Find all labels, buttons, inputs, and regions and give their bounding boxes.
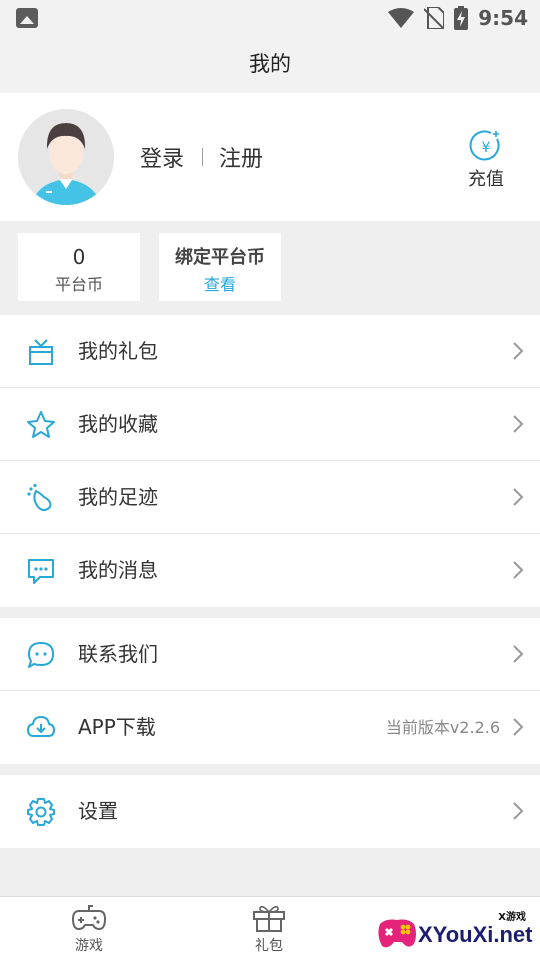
- default-avatar-icon: [18, 109, 114, 205]
- star-icon: [27, 411, 55, 438]
- menu-item-favorites[interactable]: 我的收藏: [0, 388, 540, 461]
- menu-item-label: 设置: [78, 799, 118, 823]
- no-sim-icon: [424, 7, 445, 29]
- chevron-right-icon: [513, 802, 524, 820]
- menu-item-contact[interactable]: 联系我们: [0, 618, 540, 691]
- tab-gifts[interactable]: 礼包: [239, 903, 299, 955]
- platform-coin-label: 平台币: [54, 275, 103, 294]
- divider: [202, 148, 204, 166]
- chevron-right-icon: [513, 488, 524, 506]
- battery-charging-icon: [454, 6, 469, 30]
- chevron-right-icon: [513, 561, 524, 579]
- watermark-brand: XYouXi.net: [418, 922, 533, 947]
- profile-section: 登录 注册 ¥ 充值: [0, 93, 540, 221]
- menu-item-label: 我的礼包: [78, 339, 158, 363]
- menu-group-personal: 我的礼包 我的收藏 我的足迹 我的消息: [0, 315, 540, 607]
- chevron-right-icon: [513, 718, 524, 736]
- bound-coin-title: 绑定平台币: [175, 247, 265, 268]
- menu-group-support: 联系我们 APP下载 当前版本v2.2.6: [0, 618, 540, 764]
- login-link[interactable]: 登录: [140, 141, 184, 173]
- gift-box-icon: [253, 905, 285, 932]
- footprint-icon: [27, 483, 52, 511]
- coins-section: 0 平台币 绑定平台币 查看: [0, 221, 540, 315]
- chevron-right-icon: [513, 415, 524, 433]
- page-title: 我的: [0, 36, 540, 93]
- menu-item-footprint[interactable]: 我的足迹: [0, 461, 540, 534]
- message-icon: [28, 559, 54, 584]
- watermark-small-text: X游戏: [498, 912, 526, 923]
- menu-item-label: 我的足迹: [78, 485, 158, 509]
- bound-coin-view-link[interactable]: 查看: [159, 271, 281, 295]
- tab-label: 游戏: [75, 938, 103, 954]
- photo-icon: [16, 8, 38, 28]
- avatar[interactable]: [18, 109, 114, 205]
- app-version-text: 当前版本v2.2.6: [385, 718, 500, 737]
- menu-item-gift[interactable]: 我的礼包: [0, 315, 540, 388]
- platform-coin-value: 0: [72, 245, 86, 269]
- chat-bubble-icon: [28, 642, 54, 668]
- gear-icon: [27, 798, 55, 826]
- chevron-right-icon: [513, 342, 524, 360]
- site-watermark: X游戏 XYouXi.net: [368, 900, 540, 960]
- status-time: 9:54: [478, 6, 528, 30]
- menu-item-settings[interactable]: 设置: [0, 775, 540, 848]
- gamepad-icon: [71, 905, 107, 931]
- recharge-button[interactable]: ¥ 充值: [462, 129, 510, 191]
- menu-item-messages[interactable]: 我的消息: [0, 534, 540, 607]
- tab-label: 礼包: [255, 938, 283, 954]
- menu-item-label: APP下载: [78, 715, 156, 739]
- menu-item-label: 联系我们: [78, 642, 158, 666]
- recharge-label: 充值: [468, 169, 504, 190]
- menu-item-label: 我的消息: [78, 558, 158, 582]
- register-link[interactable]: 注册: [219, 141, 263, 173]
- gamepad-logo-icon: [378, 919, 416, 948]
- cloud-download-icon: [27, 716, 55, 737]
- menu-item-label: 我的收藏: [78, 412, 158, 436]
- yen-coin-icon: ¥: [469, 130, 500, 161]
- wifi-icon: [388, 8, 415, 28]
- menu-item-download[interactable]: APP下载 当前版本v2.2.6: [0, 691, 540, 764]
- svg-text:¥: ¥: [482, 140, 491, 156]
- platform-coin-card[interactable]: 0 平台币: [18, 233, 140, 301]
- chevron-right-icon: [513, 645, 524, 663]
- bound-coin-card[interactable]: 绑定平台币 查看: [159, 233, 281, 301]
- status-bar: 9:54: [0, 0, 540, 36]
- gift-icon: [29, 339, 53, 365]
- tab-games[interactable]: 游戏: [59, 903, 119, 955]
- menu-group-settings: 设置: [0, 775, 540, 848]
